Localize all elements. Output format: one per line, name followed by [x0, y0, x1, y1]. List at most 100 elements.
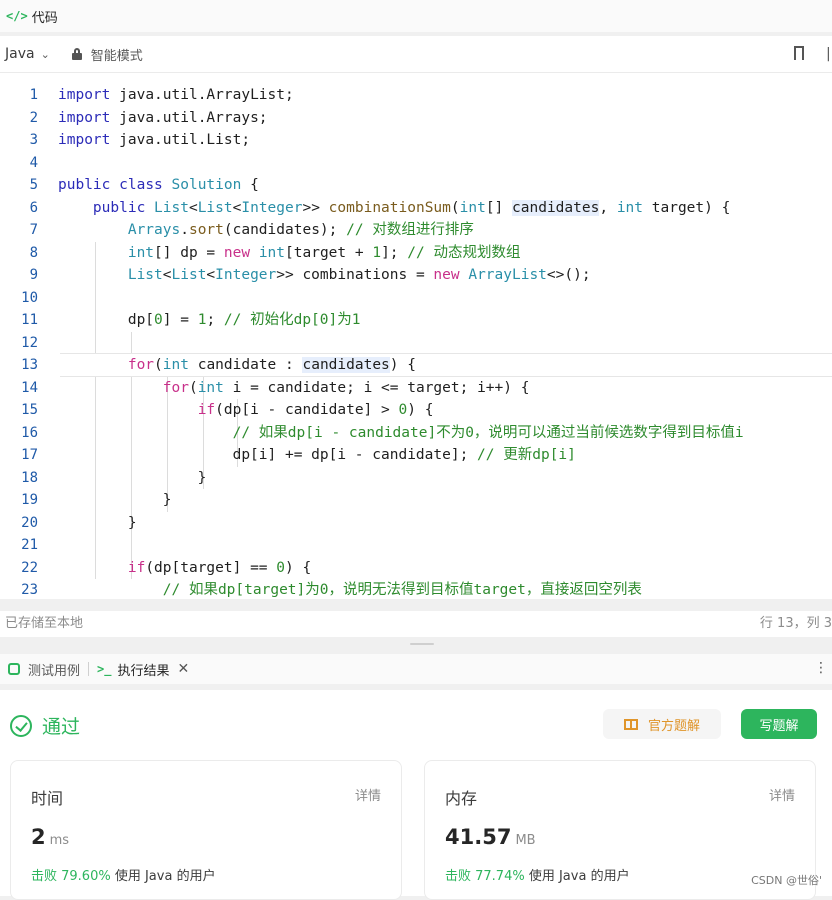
code-line[interactable]: // 如果dp[i - candidate]不为0，说明可以通过当前候选数字得到… — [58, 422, 832, 444]
code-line[interactable]: dp[0] = 1; // 初始化dp[0]为1 — [58, 309, 832, 331]
code-line[interactable]: if(dp[target] == 0) { — [58, 557, 832, 579]
result-tab-bar: 测试用例 >_ 执行结果 ✕ ⋮ — [0, 654, 832, 684]
line-number: 11 — [21, 312, 38, 328]
tab-test-cases[interactable]: 测试用例 — [8, 660, 80, 679]
code-token: List — [197, 199, 233, 216]
code-line[interactable]: import java.util.List; — [58, 129, 832, 151]
code-token: Solution — [171, 177, 242, 193]
tab-divider — [88, 662, 90, 676]
code-token: ) { — [285, 559, 312, 576]
code-line[interactable] — [58, 534, 832, 556]
code-line[interactable]: import java.util.ArrayList; — [58, 84, 832, 106]
memory-number: 41.57 — [445, 825, 512, 849]
code-token: int — [162, 357, 189, 373]
code-line[interactable]: for(int i = candidate; i <= target; i++)… — [58, 377, 832, 399]
line-number: 7 — [29, 222, 38, 238]
tab-results[interactable]: >_ 执行结果 ✕ — [97, 660, 189, 679]
chevron-down-icon: ⌄ — [40, 47, 50, 61]
code-token: int — [459, 199, 486, 216]
bookmark-icon[interactable] — [794, 46, 804, 65]
code-token: } — [58, 469, 207, 486]
code-line[interactable]: if(dp[i - candidate] > 0) { — [58, 399, 832, 421]
code-token: [target + — [285, 244, 364, 261]
code-token: List — [171, 267, 207, 283]
line-number: 19 — [21, 492, 38, 508]
code-line[interactable]: for(int candidate : candidates) { — [58, 354, 832, 376]
code-line[interactable]: } — [58, 512, 832, 534]
code-token: ) { — [389, 357, 416, 373]
more-options-icon[interactable]: ⋮ — [814, 660, 828, 676]
tab-test-label: 测试用例 — [28, 663, 81, 679]
code-token: List — [154, 199, 189, 216]
code-line[interactable]: public List<List<Integer>> combinationSu… — [58, 197, 832, 219]
code-token: 1 — [372, 244, 382, 261]
result-status-text: 通过 — [42, 716, 81, 738]
code-token: ]; — [381, 244, 399, 261]
cursor-position: 行 13，列 3 — [759, 616, 832, 631]
more-icon[interactable]: | — [826, 46, 831, 62]
memory-beat-text: 使用 Java 的用户 — [528, 869, 630, 884]
code-token: >> — [302, 199, 320, 216]
code-line[interactable]: Arrays.sort(candidates); // 对数组进行排序 — [58, 219, 832, 241]
line-number: 14 — [21, 379, 38, 396]
code-token: dp[ — [58, 312, 155, 328]
code-token: } — [58, 492, 172, 508]
code-line[interactable]: List<List<Integer>> combinations = new A… — [58, 264, 832, 286]
code-line[interactable] — [58, 152, 832, 174]
code-line[interactable] — [58, 332, 832, 354]
book-icon — [623, 718, 638, 730]
line-number: 12 — [21, 334, 38, 351]
code-line[interactable]: // 如果dp[target]为0，说明无法得到目标值target，直接返回空列… — [58, 579, 832, 599]
code-token: Arrays — [127, 222, 181, 238]
code-token: (dp[i - candidate] > — [215, 402, 390, 418]
memory-details-link[interactable]: 详情 — [769, 785, 795, 804]
code-token: public — [58, 177, 111, 193]
close-icon[interactable]: ✕ — [177, 661, 189, 677]
terminal-icon: >_ — [97, 662, 112, 676]
code-line[interactable]: dp[i] += dp[i - candidate]; // 更新dp[i] — [58, 444, 832, 466]
code-token: ( — [154, 357, 163, 373]
runtime-unit: ms — [49, 833, 70, 848]
tab-result-label: 执行结果 — [117, 663, 170, 679]
code-line[interactable]: import java.util.Arrays; — [58, 107, 832, 129]
line-number: 1 — [29, 87, 38, 103]
code-token: ( — [188, 379, 198, 396]
code-token: < — [188, 199, 198, 216]
code-token: [] — [485, 199, 504, 216]
code-token: for — [162, 379, 189, 396]
runtime-label: 时间 — [31, 789, 64, 808]
code-line[interactable]: int[] dp = new int[target + 1]; // 动态规划数… — [58, 242, 832, 264]
watermark: CSDN @世俗' — [751, 874, 822, 887]
write-solution-button[interactable]: 写题解 — [741, 709, 817, 739]
code-editor[interactable]: 1 import java.util.ArrayList; 2 import java… — [0, 73, 832, 599]
code-token: < — [206, 267, 216, 283]
resize-handle[interactable] — [410, 643, 434, 645]
language-select[interactable]: Java ⌄ — [5, 46, 50, 62]
runtime-details-link[interactable]: 详情 — [355, 785, 381, 804]
code-token: import — [58, 132, 111, 148]
code-token: if — [127, 559, 146, 576]
code-token: int — [258, 244, 286, 261]
code-token: // 如果dp[target]为0，说明无法得到目标值target，直接返回空列… — [162, 582, 642, 598]
code-token: if — [197, 402, 216, 418]
official-solution-button[interactable]: 官方题解 — [603, 709, 721, 739]
line-number: 8 — [29, 244, 38, 261]
code-token: . — [180, 222, 189, 238]
code-panel-header: </> 代码 — [0, 0, 832, 32]
line-number: 6 — [29, 199, 38, 216]
code-line[interactable]: public class Solution { — [58, 174, 832, 196]
runtime-number: 2 — [31, 825, 46, 849]
result-panel: 通过 官方题解 写题解 时间 详情 2 ms 击败 79.60% 使用 Java … — [0, 690, 832, 900]
code-line[interactable]: } — [58, 489, 832, 511]
smart-mode-toggle[interactable]: 智能模式 — [91, 45, 143, 64]
code-line[interactable]: } — [58, 467, 832, 489]
code-line[interactable] — [58, 287, 832, 309]
code-token: (candidates); — [223, 222, 338, 238]
runtime-card[interactable]: 时间 详情 2 ms 击败 79.60% 使用 Java 的用户 — [10, 760, 402, 900]
code-token: ] = — [162, 312, 189, 328]
line-number: 22 — [21, 559, 38, 576]
